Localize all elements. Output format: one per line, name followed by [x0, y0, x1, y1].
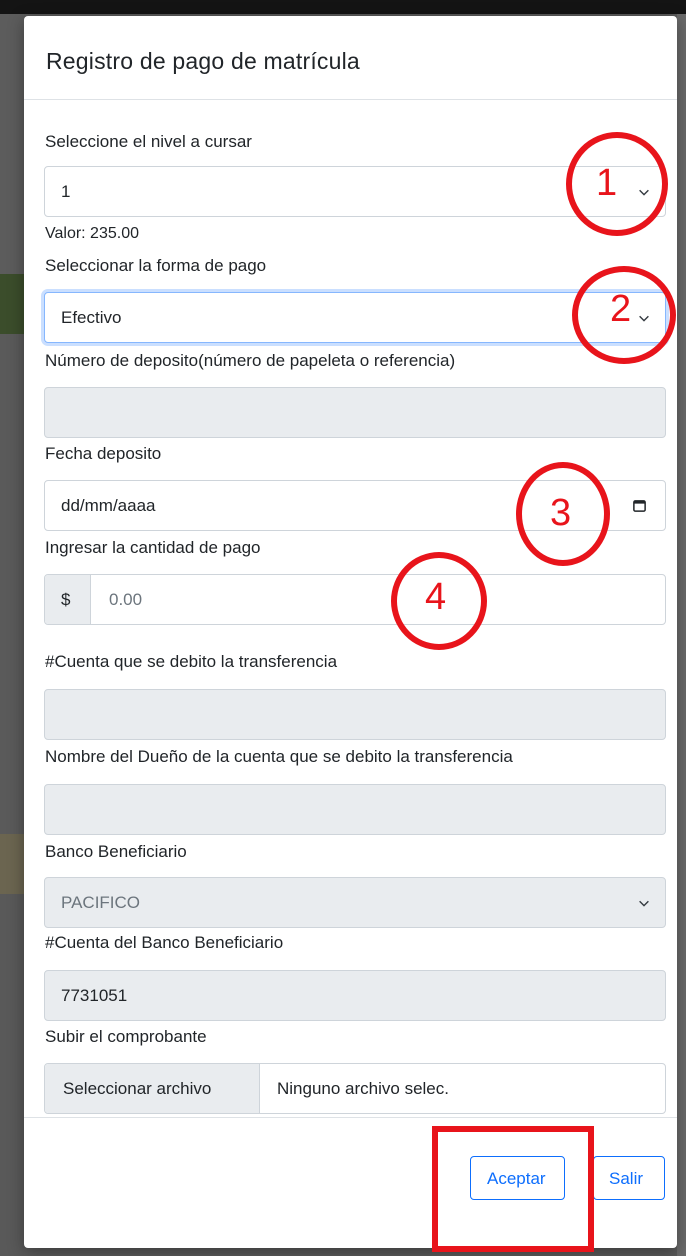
- cuenta-debito-input[interactable]: [44, 689, 666, 740]
- select-file-button-label: Seleccionar archivo: [63, 1079, 212, 1098]
- annotation-number: 4: [425, 576, 447, 618]
- cuenta-beneficiario-input[interactable]: 7731051: [44, 970, 666, 1021]
- backdrop-strip: [0, 894, 24, 1256]
- dueno-cuenta-label: Nombre del Dueño de la cuenta que se deb…: [45, 747, 513, 766]
- banco-beneficiario-value: PACIFICO: [61, 893, 141, 912]
- numero-deposito-label: Número de deposito(número de papeleta o …: [45, 351, 456, 370]
- select-file-button[interactable]: Seleccionar archivo: [45, 1064, 260, 1113]
- nivel-select-value: 1: [61, 182, 71, 201]
- cantidad-pago-input[interactable]: $ 0.00: [44, 574, 666, 625]
- modal-header: Registro de pago de matrícula: [24, 16, 677, 100]
- modal-title: Registro de pago de matrícula: [46, 48, 360, 74]
- cuenta-beneficiario-label: #Cuenta del Banco Beneficiario: [45, 933, 284, 952]
- banco-beneficiario-select[interactable]: PACIFICO: [44, 877, 666, 928]
- annotation-rectangle: [432, 1126, 594, 1252]
- cantidad-pago-placeholder: 0.00: [109, 590, 143, 609]
- exit-button[interactable]: Salir: [593, 1156, 665, 1200]
- exit-button-label: Salir: [609, 1169, 644, 1188]
- file-status-text: Ninguno archivo selec.: [277, 1079, 449, 1098]
- annotation-number: 2: [610, 288, 632, 330]
- nivel-label: Seleccione el nivel a cursar: [45, 132, 252, 151]
- numero-deposito-input[interactable]: [44, 387, 666, 438]
- backdrop-strip: [0, 14, 24, 274]
- backdrop-strip: [0, 334, 24, 834]
- forma-pago-label: Seleccionar la forma de pago: [45, 256, 267, 275]
- annotation-number: 3: [550, 492, 572, 534]
- calendar-icon[interactable]: [632, 498, 647, 513]
- backdrop-right-strip: [677, 14, 686, 1256]
- fecha-deposito-placeholder: dd/mm/aaaa: [61, 496, 156, 515]
- cuenta-beneficiario-value: 7731051: [61, 986, 128, 1005]
- cuenta-debito-label: #Cuenta que se debito la transferencia: [45, 652, 338, 671]
- backdrop-topbar: [0, 0, 686, 14]
- comprobante-label: Subir el comprobante: [45, 1027, 207, 1046]
- nivel-price-text: Valor: 235.00: [45, 225, 139, 242]
- comprobante-file-input[interactable]: Seleccionar archivo Ninguno archivo sele…: [44, 1063, 666, 1114]
- banco-beneficiario-label: Banco Beneficiario: [45, 842, 187, 861]
- forma-pago-select-value: Efectivo: [61, 308, 122, 327]
- fecha-deposito-label: Fecha deposito: [45, 444, 162, 463]
- chevron-down-icon: [639, 900, 649, 907]
- currency-prefix: $: [45, 575, 91, 624]
- cantidad-pago-label: Ingresar la cantidad de pago: [45, 538, 261, 557]
- currency-symbol: $: [61, 590, 71, 609]
- backdrop-strip: [0, 834, 24, 894]
- dueno-cuenta-input[interactable]: [44, 784, 666, 835]
- backdrop-strip: [0, 274, 24, 334]
- annotation-number: 1: [596, 162, 618, 204]
